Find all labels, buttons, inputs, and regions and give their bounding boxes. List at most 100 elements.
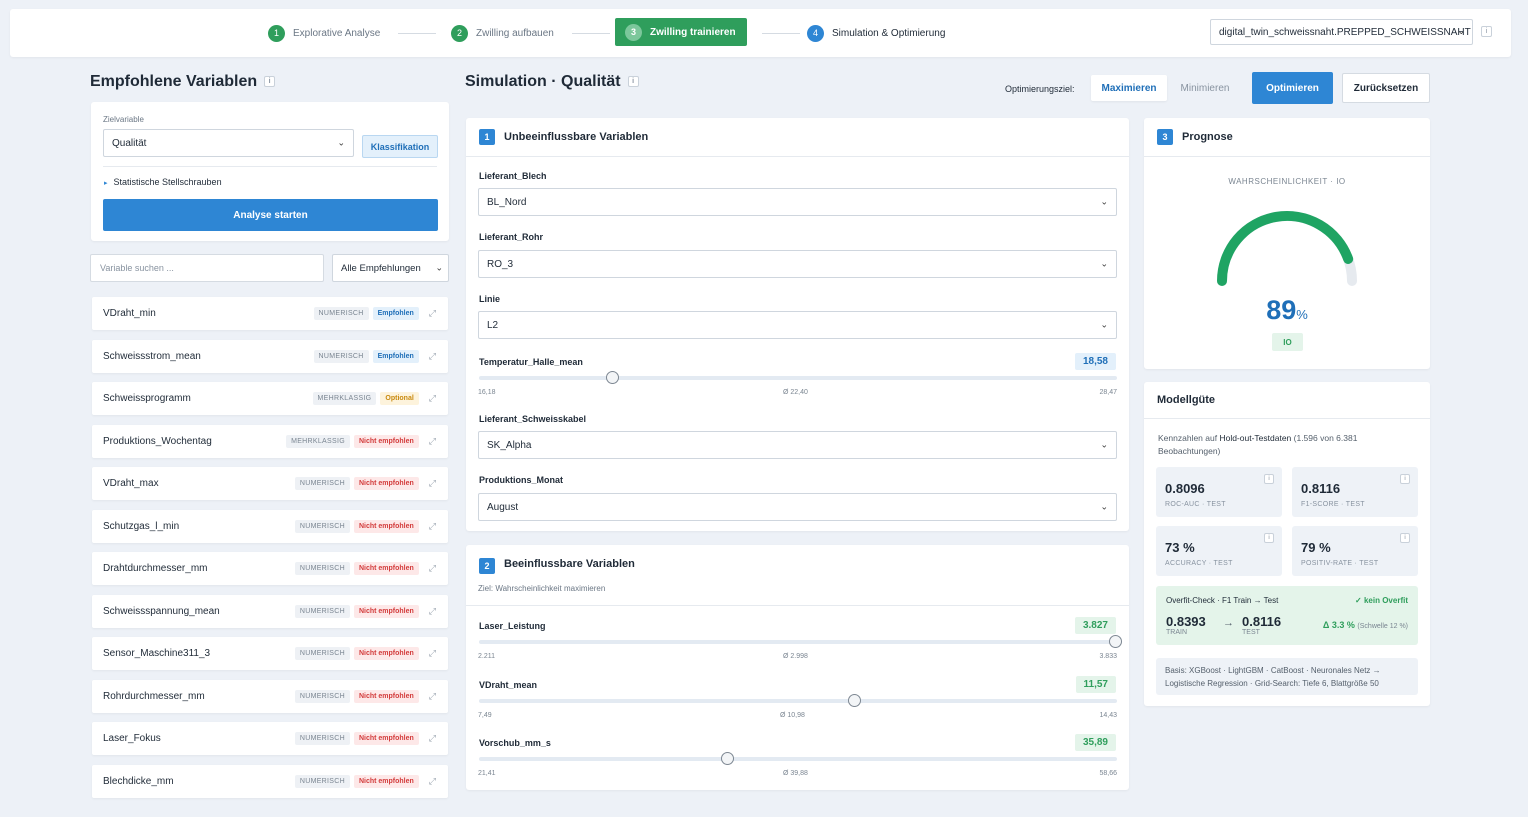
section-header: Modellgüte	[1144, 382, 1430, 419]
slider-thumb[interactable]	[720, 752, 734, 765]
select-value: SK_Alpha	[487, 439, 532, 451]
modellguete-card: Modellgüte Kennzahlen auf Hold-out-Testd…	[1144, 382, 1430, 706]
section-header: 3 Prognose	[1144, 118, 1430, 157]
external-link-icon[interactable]: ⤢	[429, 308, 436, 319]
variable-type-badge: NUMERISCH	[294, 477, 350, 490]
reset-button[interactable]: Zurücksetzen	[1342, 73, 1430, 103]
variable-row[interactable]: Schweissstrom_mean NUMERISCH Empfohlen ⤢	[92, 339, 448, 373]
external-link-icon[interactable]: ⤢	[429, 776, 436, 787]
lieferant-blech-select[interactable]: BL_Nord ⌄	[478, 188, 1117, 216]
info-icon[interactable]: i	[1264, 474, 1274, 484]
lieferant-rohr-select[interactable]: RO_3 ⌄	[478, 250, 1117, 278]
model-basis: Basis: XGBoost · LightGBM · CatBoost · N…	[1156, 658, 1418, 695]
produktions-monat-select[interactable]: August ⌄	[478, 493, 1117, 521]
external-link-icon[interactable]: ⤢	[429, 521, 436, 532]
slider-max: 3.833	[1099, 653, 1117, 660]
variable-row[interactable]: Produktions_Wochentag MEHRKLASSIG Nicht em…	[92, 424, 448, 458]
gauge-track	[1217, 211, 1357, 286]
arrow-right-icon: →	[1223, 617, 1234, 629]
step-zwilling-aufbauen[interactable]: 2 Zwilling aufbauen	[451, 9, 554, 57]
threshold: (Schwelle 12 %)	[1357, 623, 1408, 630]
variable-name: Rohrdurchmesser_mm	[103, 690, 205, 702]
step-zwilling-trainieren[interactable]: 3 Zwilling trainieren	[615, 18, 747, 46]
variable-row[interactable]: Blechdicke_mm NUMERISCH Nicht empfohlen ⤢	[92, 764, 448, 798]
external-link-icon[interactable]: ⤢	[429, 393, 436, 404]
external-link-icon[interactable]: ⤢	[429, 648, 436, 659]
vorschub-slider[interactable]	[479, 752, 1117, 765]
temperatur-slider[interactable]	[479, 371, 1117, 384]
slider-thumb[interactable]	[606, 371, 620, 384]
variable-tags: NUMERISCH Nicht empfohlen ⤢	[294, 774, 436, 788]
recommendation-filter-select[interactable]: Alle Empfehlungen ⌄	[332, 254, 449, 282]
external-link-icon[interactable]: ⤢	[429, 606, 436, 617]
statistische-stellschrauben-toggle[interactable]: ▸ Statistische Stellschrauben	[104, 177, 222, 187]
variable-tags: NUMERISCH Nicht empfohlen ⤢	[294, 519, 436, 533]
info-icon[interactable]: i	[1481, 26, 1492, 37]
optimize-button[interactable]: Optimieren	[1252, 72, 1333, 104]
step-simulation-optimierung[interactable]: 4 Simulation & Optimierung	[807, 9, 945, 57]
vorschub-label: Vorschub_mm_s	[479, 738, 551, 748]
external-link-icon[interactable]: ⤢	[429, 733, 436, 744]
laser-leistung-label: Laser_Leistung	[479, 621, 546, 631]
section-title: Beeinflussbare Variablen	[504, 558, 635, 570]
metric-value: 0.8096	[1165, 481, 1205, 496]
slider-thumb[interactable]	[1108, 635, 1122, 648]
minimize-toggle[interactable]: Minimieren	[1171, 75, 1239, 101]
slider-average: Ø 2.998	[783, 653, 808, 660]
slider-max: 28,47	[1099, 389, 1117, 396]
external-link-icon[interactable]: ⤢	[429, 691, 436, 702]
maximize-toggle[interactable]: Maximieren	[1091, 75, 1167, 101]
external-link-icon[interactable]: ⤢	[429, 351, 436, 362]
recommendation-badge: Optional	[380, 392, 419, 405]
schweisskabel-select[interactable]: SK_Alpha ⌄	[478, 431, 1117, 459]
variable-row[interactable]: Schweissspannung_mean NUMERISCH Nicht empf…	[92, 594, 448, 628]
info-icon[interactable]: i	[1400, 474, 1410, 484]
linie-select[interactable]: L2 ⌄	[478, 311, 1117, 339]
info-icon[interactable]: i	[1264, 533, 1274, 543]
variable-row[interactable]: Schutzgas_l_min NUMERISCH Nicht empfohlen ⤢	[92, 509, 448, 543]
variable-row[interactable]: Sensor_Maschine311_3 NUMERISCH Nicht empfo…	[92, 637, 448, 670]
divider	[103, 166, 437, 167]
chevron-down-icon: ⌄	[1100, 439, 1108, 450]
vdraht-mean-slider[interactable]	[479, 694, 1117, 707]
info-icon[interactable]: i	[1400, 533, 1410, 543]
analyse-starten-button[interactable]: Analyse starten	[103, 199, 438, 231]
step-number: 1	[268, 24, 285, 42]
info-icon[interactable]: i	[627, 76, 639, 87]
recommendation-badge: Nicht empfohlen	[353, 774, 419, 788]
info-icon[interactable]: i	[264, 76, 276, 87]
metric-label: ROC-AUC · TEST	[1165, 501, 1226, 508]
metric-label: ACCURACY · TEST	[1165, 560, 1233, 567]
variable-row[interactable]: VDraht_min NUMERISCH Empfohlen ⤢	[92, 297, 448, 330]
delta-value: Δ 3.3 %	[1322, 620, 1355, 630]
schweisskabel-label: Lieferant_Schweisskabel	[479, 414, 587, 424]
metric-positiv-rate: 79 % POSITIV-RATE · TEST i	[1292, 526, 1418, 576]
step-number: 3	[625, 23, 642, 41]
variable-row[interactable]: Rohrdurchmesser_mm NUMERISCH Nicht empfohl…	[92, 679, 448, 713]
external-link-icon[interactable]: ⤢	[429, 436, 436, 447]
variable-search-input[interactable]: Variable suchen ...	[90, 254, 324, 282]
slider-thumb[interactable]	[847, 694, 861, 707]
train-label: TRAIN	[1166, 629, 1187, 636]
variable-tags: NUMERISCH Nicht empfohlen ⤢	[294, 647, 436, 660]
metric-f1-score: 0.8116 F1-SCORE · TEST i	[1292, 467, 1418, 517]
variable-tags: NUMERISCH Nicht empfohlen ⤢	[294, 604, 436, 618]
metric-value: 79 %	[1301, 540, 1331, 555]
controllable-variables-card: 2 Beeinflussbare Variablen Ziel: Wahrsch…	[466, 545, 1129, 790]
chevron-down-icon: ⌄	[1100, 319, 1108, 330]
variable-type-badge: NUMERISCH	[294, 689, 350, 703]
variable-row[interactable]: Laser_Fokus NUMERISCH Nicht empfohlen ⤢	[92, 722, 448, 755]
variable-row[interactable]: VDraht_max NUMERISCH Nicht empfohlen ⤢	[92, 467, 448, 500]
select-value: August	[487, 501, 519, 513]
external-link-icon[interactable]: ⤢	[429, 563, 436, 574]
dataset-select[interactable]: digital_twin_schweissnaht.PREPPED_SCHWEI…	[1210, 19, 1473, 45]
variable-type-badge: NUMERISCH	[294, 774, 350, 788]
zielvariable-select[interactable]: Qualität ⌄	[103, 129, 354, 157]
laser-leistung-slider[interactable]	[479, 635, 1122, 648]
desc-bold: Hold-out-Testdaten	[1219, 433, 1292, 443]
metric-value: 0.8116	[1301, 481, 1341, 496]
variable-row[interactable]: Drahtdurchmesser_mm NUMERISCH Nicht empfoh…	[92, 552, 448, 585]
step-explorative-analyse[interactable]: 1 Explorative Analyse	[268, 9, 380, 57]
variable-row[interactable]: Schweissprogramm MEHRKLASSIG Optional ⤢	[92, 382, 448, 415]
external-link-icon[interactable]: ⤢	[429, 478, 436, 489]
